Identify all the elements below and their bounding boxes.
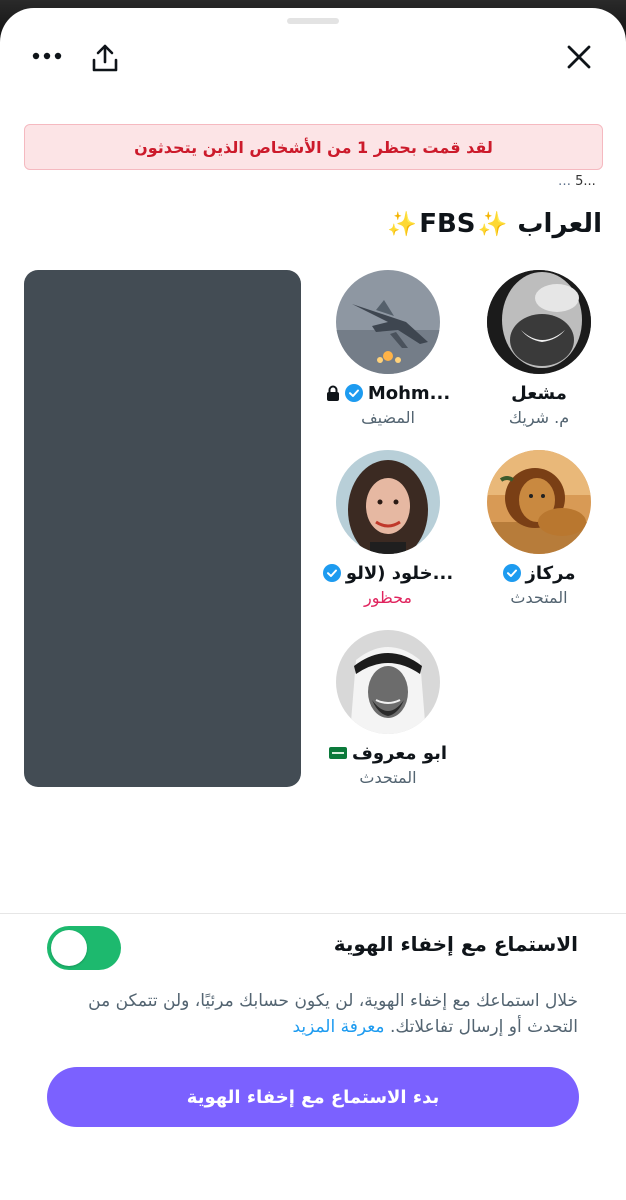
more-button[interactable]: [28, 44, 66, 68]
speaker-abu-maarouf[interactable]: ابو معروف المتحدث: [313, 630, 463, 787]
anonymous-listening-description: خلال استماعك مع إخفاء الهوية، لن يكون حس…: [48, 988, 578, 1040]
learn-more-link[interactable]: معرفة المزيد: [292, 1017, 384, 1037]
avatar-portrait: [336, 450, 440, 554]
avatar: [336, 270, 440, 374]
speaker-role: المتحدث: [510, 588, 568, 607]
sparkle-icon: ✨: [477, 210, 508, 238]
avatar-jet: [336, 270, 440, 374]
avatar: [336, 450, 440, 554]
speaker-name-row: مشعل: [464, 380, 614, 406]
toggle-knob: [51, 930, 87, 966]
avatar-portrait: [336, 630, 440, 734]
anonymous-listening-label: الاستماع مع إخفاء الهوية: [333, 932, 578, 956]
speaker-name: مشعل: [511, 382, 567, 404]
avatar: [487, 450, 591, 554]
anonymous-listening-toggle[interactable]: [47, 926, 121, 970]
space-title-tag-group: ✨ FBS ✨: [387, 209, 507, 239]
share-icon: [92, 44, 118, 72]
verified-badge-icon: [502, 564, 521, 582]
listener-count-ellipsis-right: ...: [583, 174, 596, 189]
speaker-name: ابو معروف: [351, 742, 448, 764]
share-button[interactable]: [88, 40, 122, 76]
speaker-markaz[interactable]: مركاز المتحدث: [464, 450, 614, 607]
speaker-role: المضيف: [361, 408, 415, 427]
saudi-flag-icon: [328, 747, 347, 759]
sparkle-icon: ✨: [387, 210, 418, 238]
start-anonymous-listening-button[interactable]: بدء الاستماع مع إخفاء الهوية: [47, 1067, 579, 1127]
speaker-role: المتحدث: [359, 768, 417, 787]
avatar-lion: [487, 450, 591, 554]
verified-badge-icon: [344, 384, 363, 402]
lock-icon: [326, 385, 340, 401]
speaker-mishal[interactable]: مشعل م. شريك: [464, 270, 614, 427]
banner-suffix: من الأشخاص الذين يتحدثون: [134, 137, 352, 157]
listener-count-ellipsis-left: …: [558, 174, 571, 189]
speaker-name-row: مركاز: [464, 560, 614, 586]
speaker-host[interactable]: Mohm... المضيف: [313, 270, 463, 427]
more-icon: [32, 52, 62, 60]
space-title-word: العراب: [517, 209, 602, 239]
speaker-kholoud[interactable]: خلود (لالو... محظور: [313, 450, 463, 607]
sheet-grabber[interactable]: [287, 18, 339, 24]
speaker-name-row: Mohm...: [313, 380, 463, 406]
listener-count[interactable]: … 5...: [558, 174, 596, 189]
speaker-name: خلود (لالو...: [345, 562, 454, 584]
space-title-tag: FBS: [419, 209, 476, 239]
blocked-speaker-banner: لقد قمت بحظر 1 من الأشخاص الذين يتحدثون: [24, 124, 603, 170]
banner-prefix: لقد قمت بحظر: [373, 137, 493, 157]
verified-badge-icon: [322, 564, 341, 582]
speaker-name-row: ابو معروف: [313, 740, 463, 766]
space-sheet: لقد قمت بحظر 1 من الأشخاص الذين يتحدثون …: [0, 8, 626, 1200]
divider: [0, 913, 626, 914]
speaker-role: محظور: [363, 588, 412, 607]
space-title: العراب ✨ FBS ✨: [387, 204, 602, 244]
speaker-name: Mohm...: [367, 382, 451, 404]
avatar: [487, 270, 591, 374]
speaker-name-row: خلود (لالو...: [313, 560, 463, 586]
video-tile[interactable]: [24, 270, 301, 787]
speaker-name: مركاز: [525, 562, 576, 584]
close-button[interactable]: [562, 40, 596, 74]
close-icon: [567, 45, 591, 69]
speaker-role: م. شريك: [508, 408, 570, 427]
avatar: [336, 630, 440, 734]
banner-count: 1: [357, 137, 369, 157]
avatar-portrait: [487, 270, 591, 374]
